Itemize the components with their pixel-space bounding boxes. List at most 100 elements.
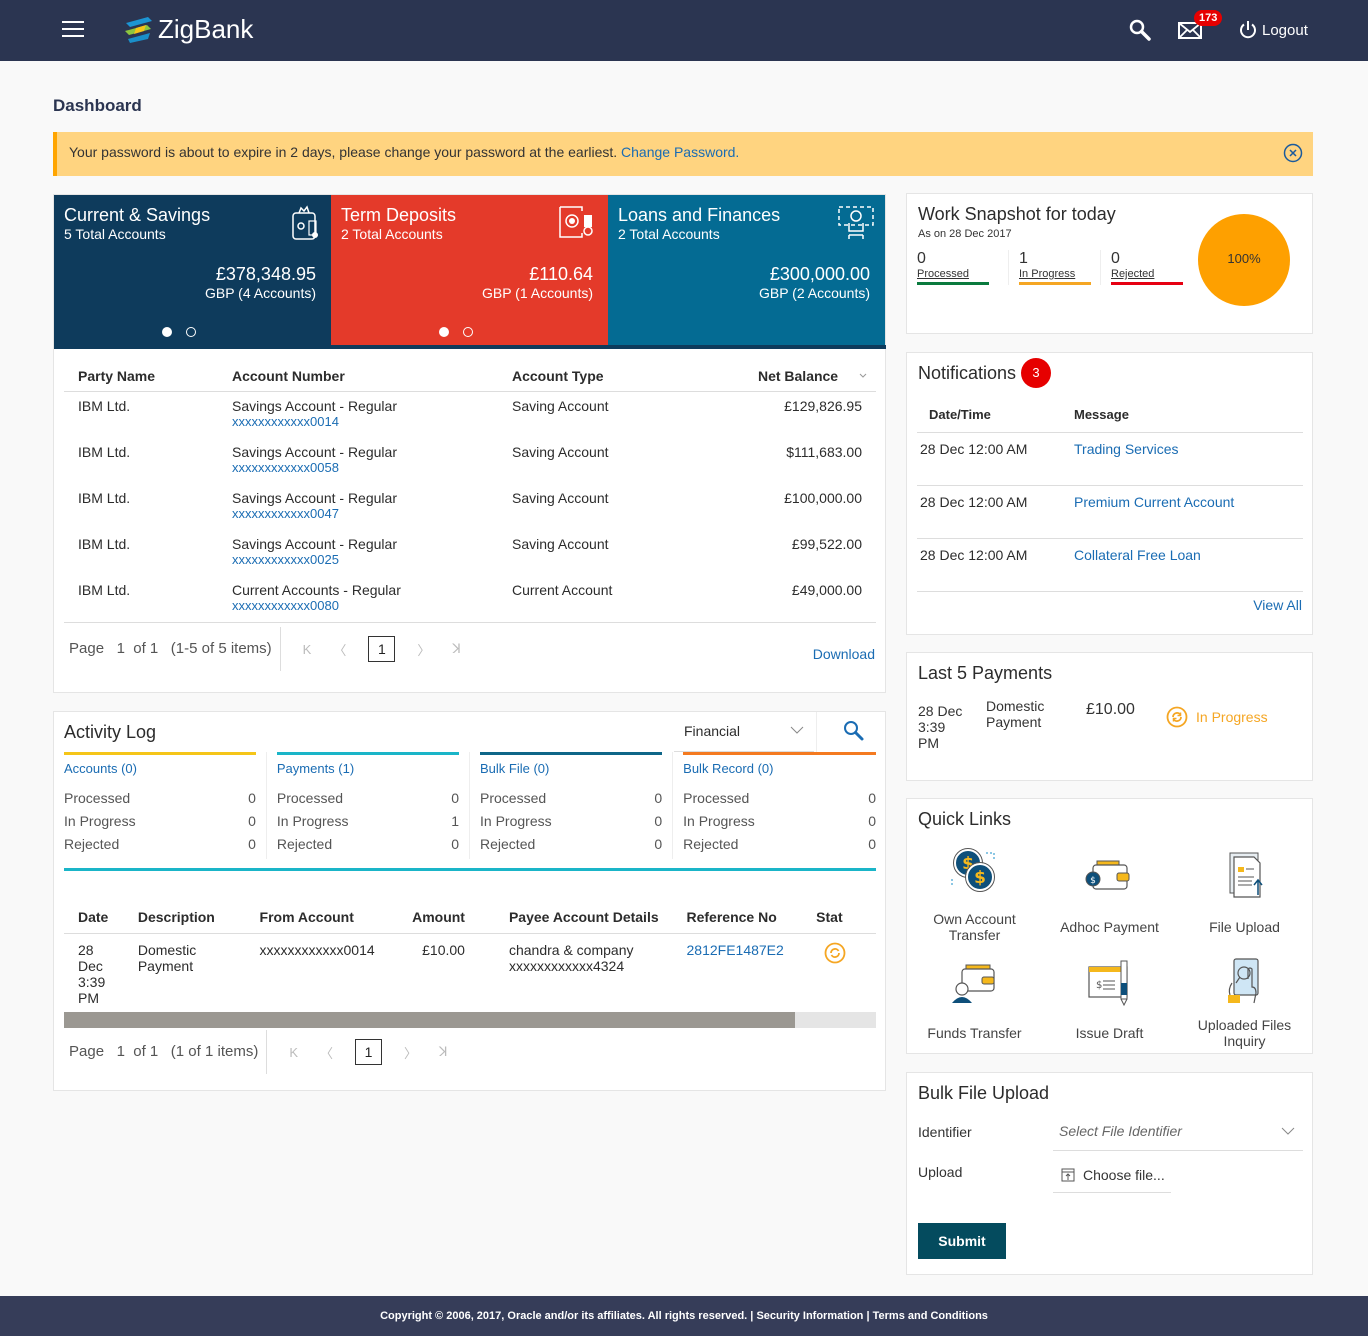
chevron-down-icon [1281, 1127, 1295, 1135]
download-link[interactable]: Download [813, 646, 875, 662]
quick-link-uploaded-files-inquiry[interactable]: Uploaded Files Inquiry [1177, 947, 1312, 1049]
file-identifier-select[interactable]: Select File Identifier [1053, 1115, 1303, 1151]
account-number-link[interactable]: xxxxxxxxxxxx0025 [232, 552, 512, 567]
account-type: Saving Account [512, 444, 609, 460]
account-number-link[interactable]: xxxxxxxxxxxx0047 [232, 506, 512, 521]
account-number-link[interactable]: xxxxxxxxxxxx0080 [232, 598, 512, 613]
chevron-down-icon [790, 726, 804, 734]
account-number-link[interactable]: xxxxxxxxxxxx0058 [232, 460, 512, 475]
current-page-button[interactable]: 1 [368, 636, 396, 662]
search-icon[interactable] [1128, 18, 1152, 42]
choose-file-label: Choose file... [1083, 1166, 1165, 1183]
account-type: Saving Account [512, 536, 609, 552]
next-page-button[interactable]: 〉 [417, 640, 430, 659]
col-payee-account-details[interactable]: Payee Account Details [485, 909, 683, 925]
logout-button[interactable]: Logout [1238, 20, 1308, 40]
col-date-time: Date/Time [929, 407, 991, 422]
reference-link[interactable]: 2812FE1487E2 [687, 942, 784, 958]
col-account-number[interactable]: Account Number [232, 368, 512, 384]
notification-date: 28 Dec 12:00 AM [920, 441, 1028, 457]
prev-page-button[interactable]: 〈 [320, 1043, 333, 1062]
quick-link-own-account-transfer[interactable]: $ $ Own Account Transfer [907, 839, 1042, 947]
quick-link-issue-draft[interactable]: $ Issue Draft [1042, 947, 1177, 1047]
quick-link-file-upload[interactable]: File Upload [1177, 839, 1312, 947]
activity-table-header: Date Description From Account Amount Pay… [64, 900, 876, 934]
last-payment-row[interactable]: 28 Dec 3:39 PM Domestic Payment £10.00 I… [918, 698, 1268, 751]
carousel-dot[interactable] [186, 327, 196, 337]
account-row: IBM Ltd. Savings Account - Regular xxxxx… [64, 484, 876, 530]
category-link[interactable]: Bulk Record (0) [683, 761, 876, 776]
category-color-bar [683, 752, 876, 755]
notification-link[interactable]: Trading Services [1074, 441, 1179, 457]
col-status[interactable]: Stat [816, 909, 876, 925]
in-progress-line: In Progress 1 [276, 813, 460, 829]
col-party-name[interactable]: Party Name [64, 368, 232, 384]
party-name: IBM Ltd. [78, 536, 131, 552]
col-net-balance[interactable]: Net Balance [742, 368, 876, 384]
account-product: Current Accounts - Regular [232, 582, 401, 598]
quick-link-funds-transfer[interactable]: Funds Transfer [907, 947, 1042, 1047]
scrollbar-thumb[interactable] [64, 1012, 795, 1028]
tile-term-deposits[interactable]: Term Deposits 2 Total Accounts £110.64 G… [331, 195, 608, 345]
tile-loans-finances[interactable]: Loans and Finances 2 Total Accounts £300… [608, 195, 885, 345]
current-page-button[interactable]: 1 [355, 1039, 383, 1065]
activity-filter-select[interactable]: Financial [674, 712, 814, 752]
carousel-dot[interactable] [162, 327, 172, 337]
app-name: ZigBank [158, 14, 254, 44]
category-link[interactable]: Payments (1) [277, 761, 459, 776]
snapshot-stat[interactable]: 1 In Progress [1009, 250, 1101, 285]
carousel-dot[interactable] [463, 327, 473, 337]
quick-link-adhoc-payment[interactable]: $ Adhoc Payment [1042, 839, 1177, 947]
notification-row: 28 Dec 12:00 AM Collateral Free Loan [917, 539, 1303, 592]
snapshot-pie-chart[interactable]: 100% [1198, 214, 1290, 306]
last-page-button[interactable]: ꓘ [452, 641, 461, 657]
col-account-type[interactable]: Account Type [512, 368, 742, 384]
pie-label: 100% [1227, 251, 1261, 266]
first-page-button[interactable]: K [303, 642, 312, 657]
col-from-account[interactable]: From Account [260, 909, 406, 925]
in-progress-line: In Progress 0 [480, 813, 663, 829]
next-page-button[interactable]: 〉 [404, 1043, 417, 1062]
last-payments-title: Last 5 Payments [918, 663, 1053, 683]
payment-status-label: In Progress [1196, 709, 1268, 725]
account-product: Savings Account - Regular [232, 536, 397, 552]
col-amount[interactable]: Amount [405, 909, 485, 925]
col-description[interactable]: Description [138, 909, 260, 925]
close-icon[interactable] [1283, 143, 1303, 163]
net-balance: £129,826.95 [784, 398, 862, 414]
notification-link[interactable]: Collateral Free Loan [1074, 547, 1201, 563]
col-reference-no[interactable]: Reference No [683, 909, 817, 925]
category-link[interactable]: Bulk File (0) [480, 761, 662, 776]
notification-message: Collateral Free Loan [1074, 547, 1201, 591]
security-information-link[interactable]: Security Information [756, 1310, 863, 1322]
submit-button[interactable]: Submit [918, 1223, 1006, 1259]
tile-current-savings[interactable]: Current & Savings 5 Total Accounts £378,… [54, 195, 331, 345]
menu-icon[interactable] [62, 21, 84, 37]
notifications-table: Date/Time Message 28 Dec 12:00 AM Tradin… [917, 397, 1303, 592]
svg-text:$: $ [974, 868, 986, 888]
prev-page-button[interactable]: 〈 [333, 640, 346, 659]
terms-conditions-link[interactable]: Terms and Conditions [873, 1310, 988, 1322]
notification-link[interactable]: Premium Current Account [1074, 494, 1234, 510]
col-date[interactable]: Date [64, 909, 138, 925]
horizontal-scrollbar[interactable] [64, 1012, 876, 1028]
notifications-title: Notifications [918, 363, 1017, 383]
footer-separator: | [866, 1310, 870, 1322]
last-page-button[interactable]: ꓘ [439, 1044, 448, 1060]
sort-chevron-down-icon[interactable] [856, 371, 870, 381]
view-all-link[interactable]: View All [1253, 597, 1302, 613]
activity-log-panel: Activity Log Financial Accounts (0) Proc… [53, 711, 886, 1091]
activity-search-button[interactable] [816, 712, 886, 752]
change-password-link[interactable]: Change Password. [621, 144, 739, 160]
snapshot-stat[interactable]: 0 Processed [917, 250, 1009, 285]
logo[interactable]: ZigBank [122, 14, 253, 45]
tile-subtitle: 5 Total Accounts [64, 226, 166, 242]
processed-line: Processed 0 [683, 790, 876, 806]
account-number-link[interactable]: xxxxxxxxxxxx0014 [232, 414, 512, 429]
carousel-dot[interactable] [439, 327, 449, 337]
svg-text:$: $ [1096, 980, 1102, 991]
category-link[interactable]: Accounts (0) [64, 761, 256, 776]
first-page-button[interactable]: K [289, 1045, 298, 1060]
choose-file-button[interactable]: Choose file... [1053, 1157, 1171, 1193]
snapshot-stat[interactable]: 0 Rejected [1101, 250, 1193, 285]
